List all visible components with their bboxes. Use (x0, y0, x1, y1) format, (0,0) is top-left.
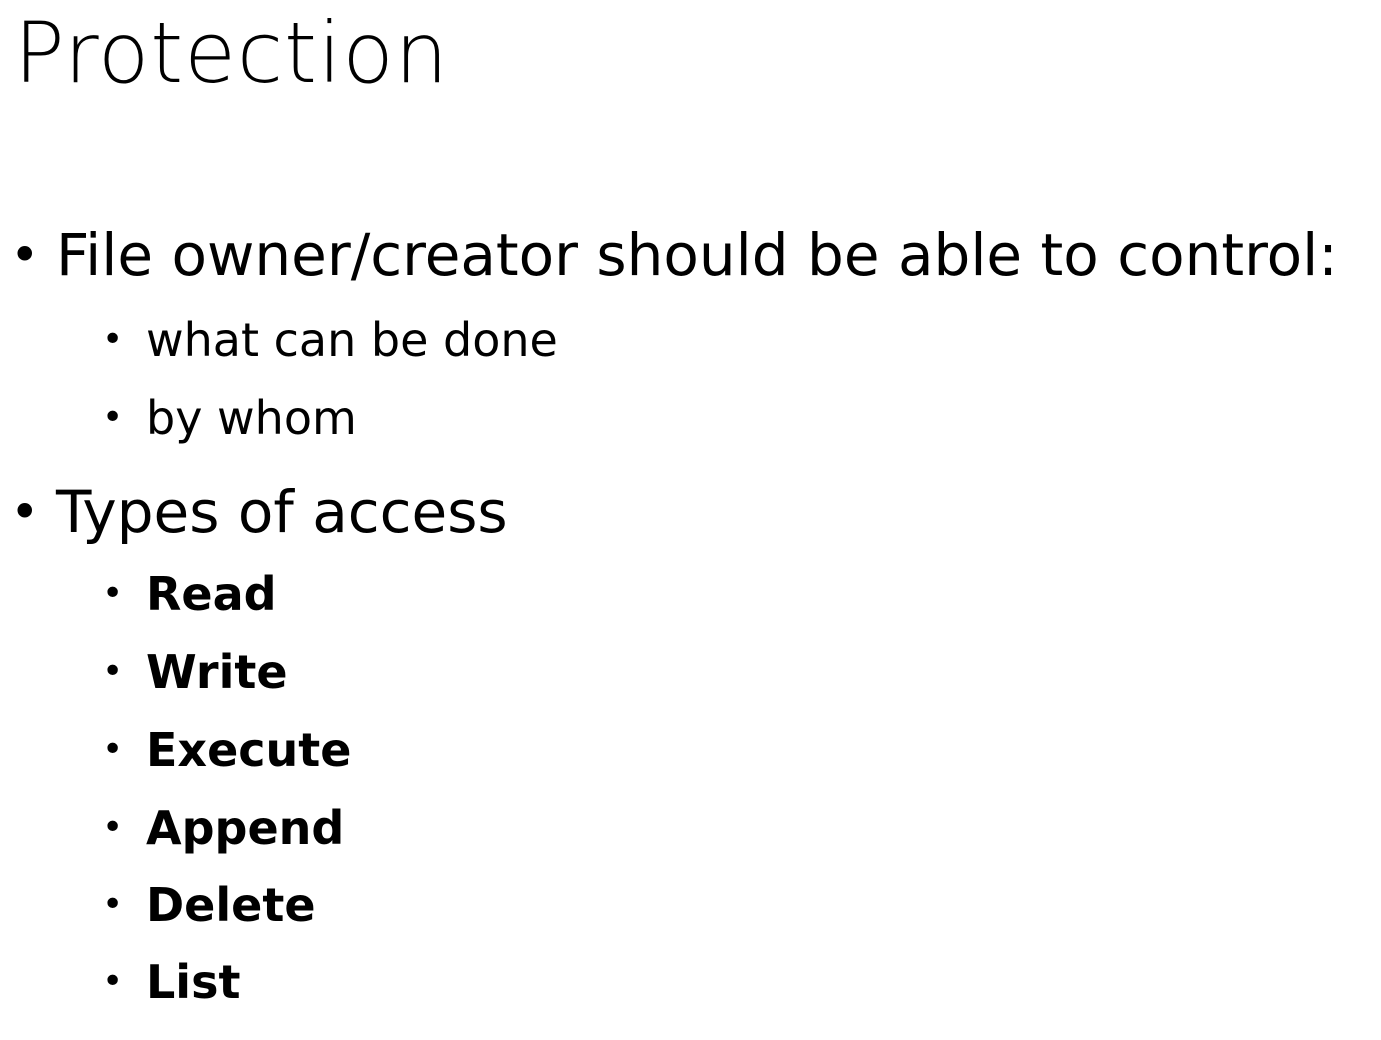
sub-bullet-item: • List (102, 954, 241, 1010)
sub-bullet-text: by whom (146, 391, 357, 445)
access-type-label: Write (146, 645, 288, 699)
sub-bullet-item: • Write (102, 644, 288, 700)
bullet-icon: • (102, 729, 124, 770)
access-type-label: Append (146, 801, 345, 855)
bullet-icon: • (10, 483, 40, 541)
access-type-label: List (146, 955, 241, 1009)
bullet-icon: • (102, 884, 124, 925)
sub-bullet-item: • Execute (102, 722, 352, 778)
bullet-item: • File owner/creator should be able to c… (10, 220, 1338, 290)
slide-title: Protection (14, 4, 449, 102)
bullet-icon: • (102, 573, 124, 614)
bullet-icon: • (102, 397, 124, 438)
bullet-text: File owner/creator should be able to con… (56, 221, 1338, 289)
sub-bullet-item: • Append (102, 800, 345, 856)
bullet-icon: • (102, 961, 124, 1002)
bullet-icon: • (102, 651, 124, 692)
bullet-icon: • (10, 226, 40, 284)
sub-bullet-item: • Read (102, 566, 277, 622)
bullet-item: • Types of access (10, 477, 508, 547)
sub-bullet-item: • by whom (102, 390, 357, 446)
slide: Protection • File owner/creator should b… (0, 0, 1381, 1040)
access-type-label: Read (146, 567, 277, 621)
bullet-text: Types of access (56, 478, 508, 546)
sub-bullet-item: • Delete (102, 877, 316, 933)
bullet-icon: • (102, 319, 124, 360)
sub-bullet-item: • what can be done (102, 312, 558, 368)
sub-bullet-text: what can be done (146, 313, 558, 367)
bullet-icon: • (102, 807, 124, 848)
access-type-label: Execute (146, 723, 352, 777)
access-type-label: Delete (146, 878, 316, 932)
